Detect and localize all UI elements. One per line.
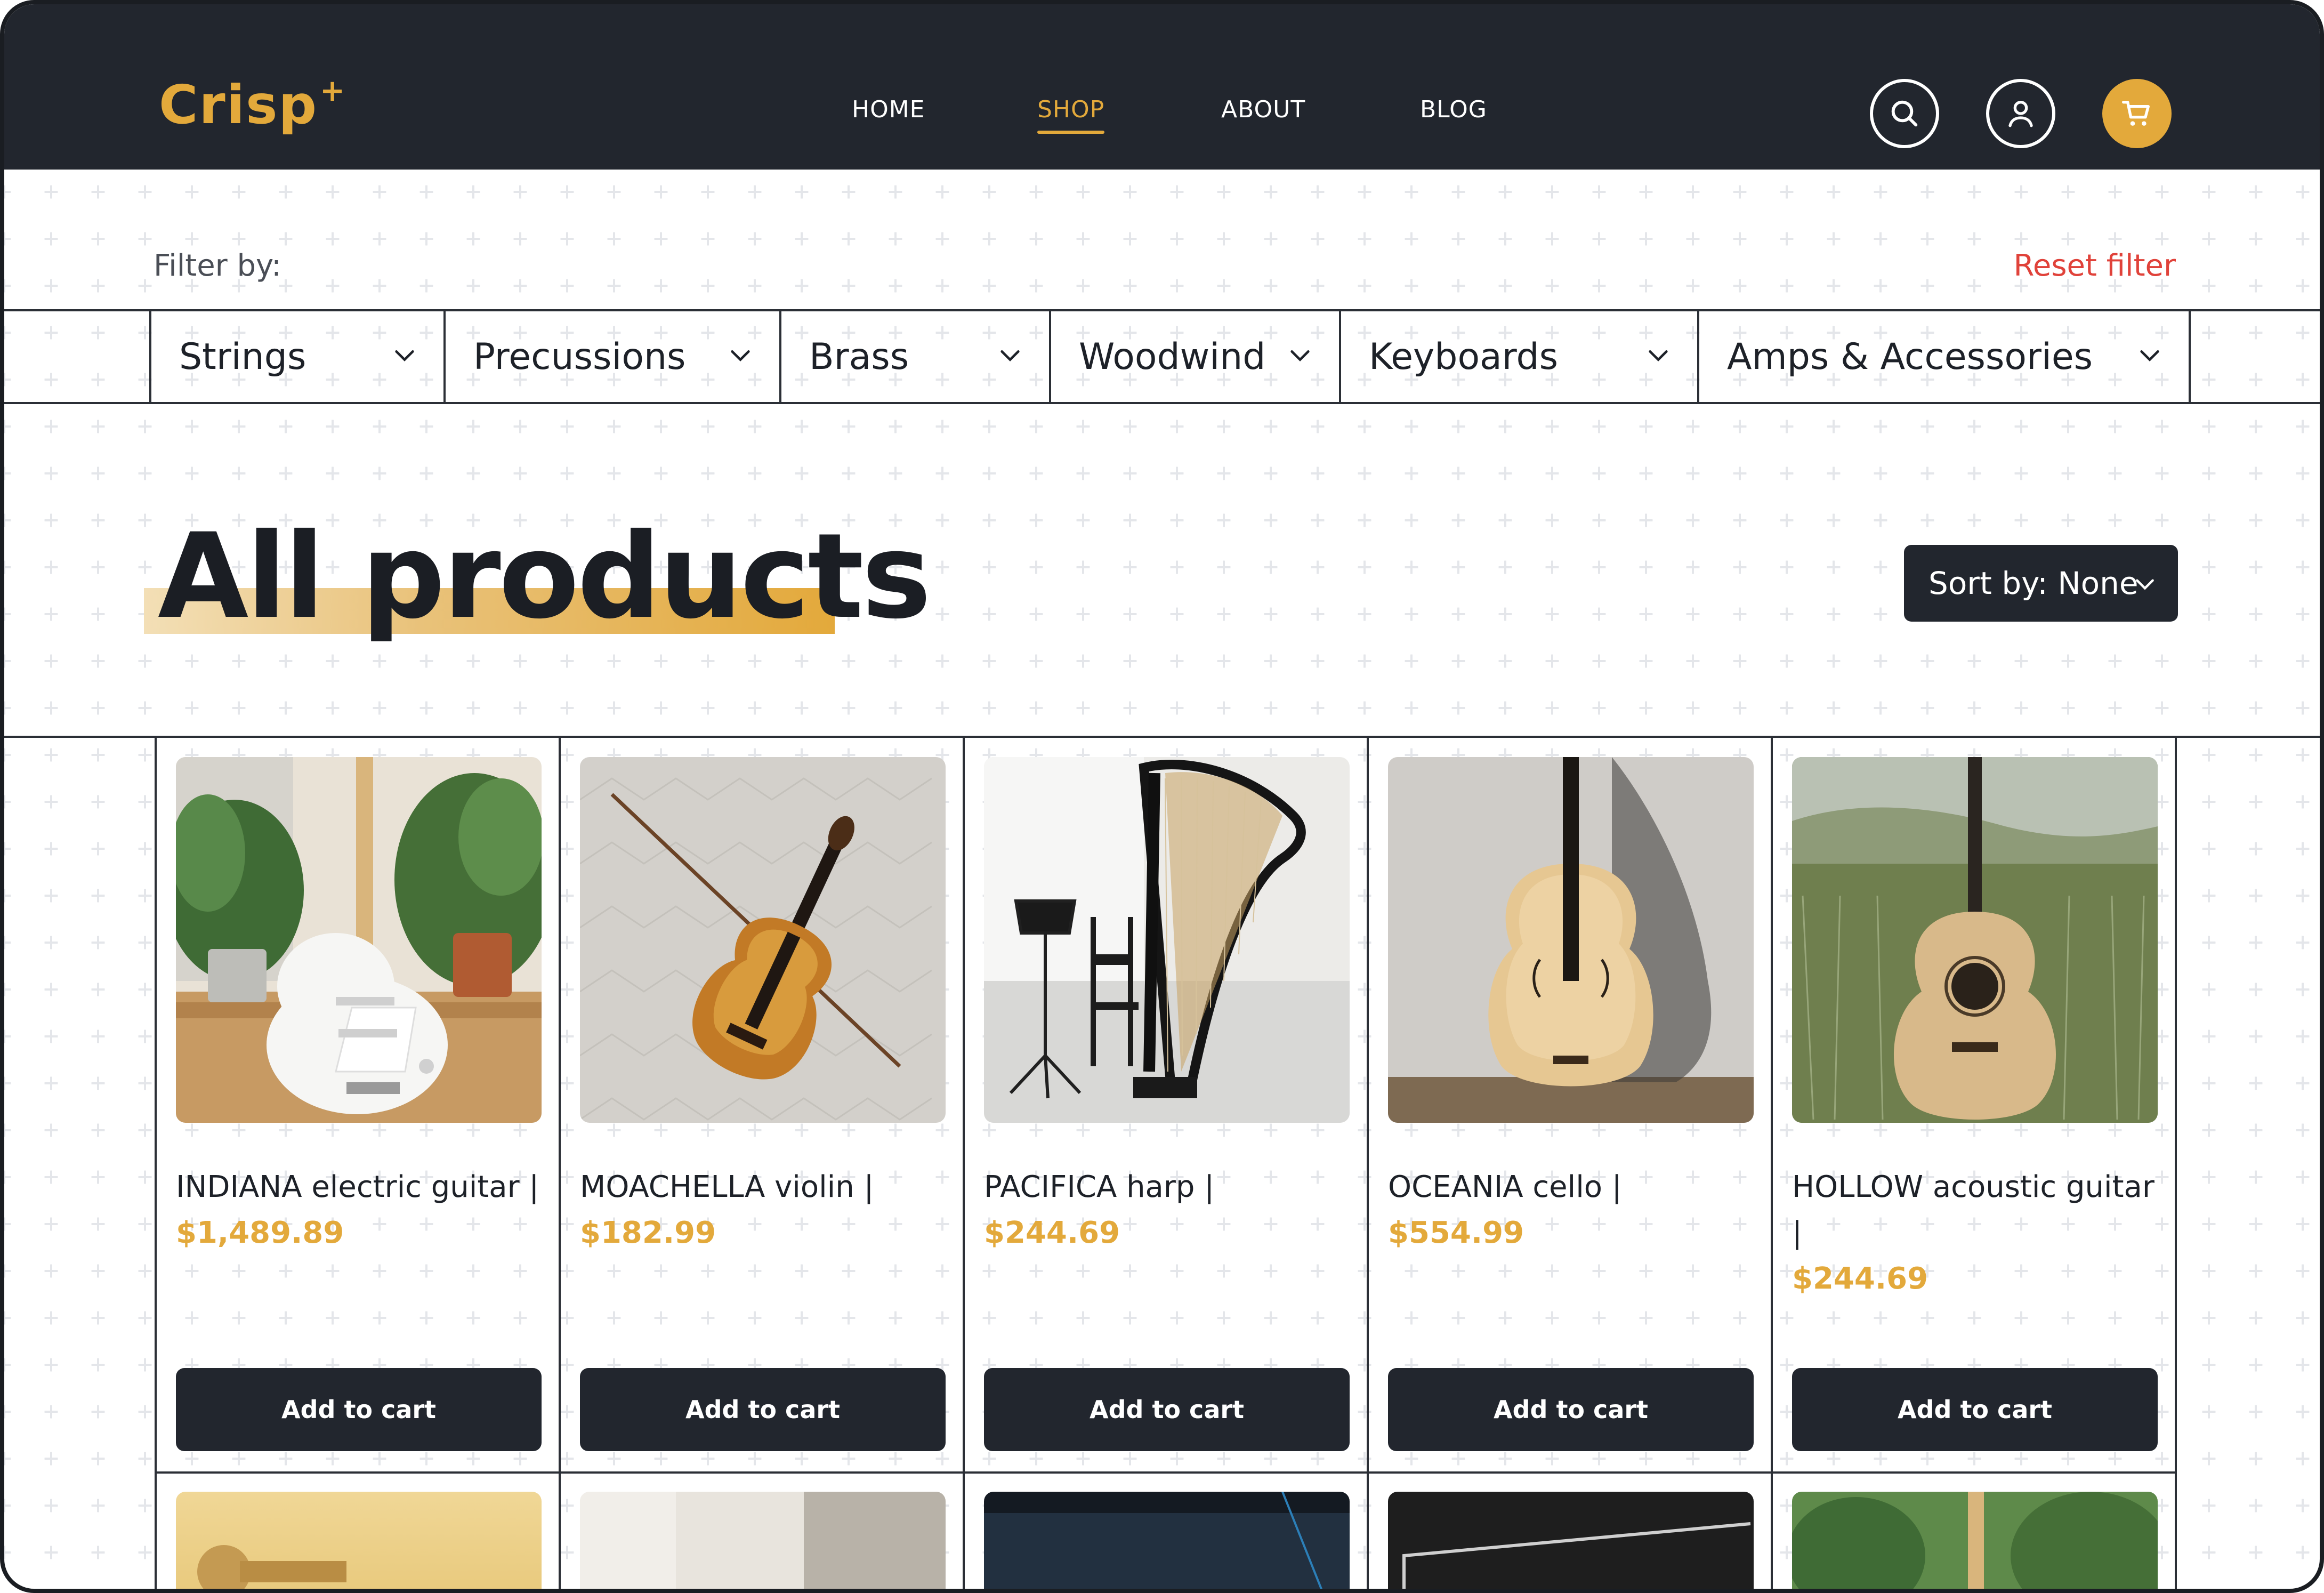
filter-amps-accessories[interactable]: Amps & Accessories: [1697, 311, 2191, 402]
cart-button[interactable]: [2102, 79, 2172, 148]
product-image-partial[interactable]: [1388, 1492, 1754, 1589]
product-image-acoustic-guitar[interactable]: [1792, 757, 2158, 1123]
grid-divider: [559, 736, 561, 1589]
product-price: $182.99: [580, 1216, 716, 1250]
product-image-partial[interactable]: [1792, 1492, 2158, 1589]
search-icon: [1891, 100, 1918, 127]
filter-brass-label: Brass: [809, 335, 909, 378]
product-price: $1,489.89: [176, 1216, 344, 1250]
filter-label: Filter by:: [154, 248, 281, 283]
product-name: MOACHELLA violin |: [580, 1170, 874, 1204]
product-title[interactable]: INDIANA electric guitar | $1,489.89: [176, 1164, 549, 1256]
grid-divider: [155, 1471, 2177, 1474]
page-title: All products: [158, 508, 931, 645]
product-name: INDIANA electric guitar |: [176, 1170, 539, 1204]
chevron-down-icon: [1290, 350, 1310, 361]
filter-keyboards-label: Keyboards: [1369, 335, 1559, 378]
grid-divider: [4, 736, 2320, 738]
product-image-violin[interactable]: [580, 757, 946, 1123]
nav-shop[interactable]: SHOP: [1037, 96, 1105, 134]
product-title[interactable]: OCEANIA cello | $554.99: [1388, 1164, 1761, 1256]
grid-divider: [2175, 736, 2177, 1589]
filter-precussions[interactable]: Precussions: [443, 311, 779, 402]
filter-precussions-label: Precussions: [473, 335, 686, 378]
sort-label: Sort by: None: [1928, 565, 2139, 601]
brand-mark: +: [320, 73, 346, 108]
product-price: $244.69: [1792, 1261, 1928, 1296]
product-image-cello[interactable]: [1388, 757, 1754, 1123]
chevron-down-icon: [1000, 350, 1020, 361]
product-name: OCEANIA cello |: [1388, 1170, 1622, 1204]
product-title[interactable]: MOACHELLA violin | $182.99: [580, 1164, 953, 1256]
nav-home[interactable]: HOME: [852, 96, 925, 123]
filter-strings[interactable]: Strings: [149, 311, 443, 402]
filter-amps-accessories-label: Amps & Accessories: [1727, 335, 2093, 378]
site-header: Crisp+ HOME SHOP ABOUT BLOG: [4, 4, 2320, 170]
product-image-harp[interactable]: [984, 757, 1350, 1123]
product-price: $244.69: [984, 1216, 1120, 1250]
filter-keyboards[interactable]: Keyboards: [1339, 311, 1697, 402]
product-image-partial[interactable]: [984, 1492, 1350, 1589]
product-image-partial[interactable]: [176, 1492, 542, 1589]
add-to-cart-button[interactable]: Add to cart: [984, 1368, 1350, 1451]
filter-strings-label: Strings: [179, 335, 306, 378]
grid-divider: [155, 736, 157, 1589]
filter-brass[interactable]: Brass: [779, 311, 1049, 402]
brand-logo[interactable]: Crisp+: [159, 74, 346, 136]
add-to-cart-button[interactable]: Add to cart: [176, 1368, 542, 1451]
grid-divider: [963, 736, 965, 1589]
filter-woodwind[interactable]: Woodwind: [1049, 311, 1339, 402]
add-to-cart-button[interactable]: Add to cart: [580, 1368, 946, 1451]
chevron-down-icon: [2140, 350, 2159, 361]
filter-bar: Strings Precussions Brass Woodwind Keybo…: [4, 309, 2320, 404]
chevron-down-icon: [395, 350, 414, 361]
browser-frame: Crisp+ HOME SHOP ABOUT BLOG Filter by: R…: [0, 0, 2324, 1593]
nav-about[interactable]: ABOUT: [1221, 96, 1305, 123]
account-button[interactable]: [1986, 79, 2055, 148]
product-title[interactable]: HOLLOW acoustic guitar | $244.69: [1792, 1164, 2165, 1302]
grid-divider: [1771, 736, 1773, 1589]
grid-divider: [1367, 736, 1369, 1589]
add-to-cart-button[interactable]: Add to cart: [1388, 1368, 1754, 1451]
product-image-partial[interactable]: [580, 1492, 946, 1589]
chevron-down-icon: [1649, 350, 1668, 361]
chevron-down-icon: [731, 350, 750, 361]
brand-name: Crisp: [159, 74, 318, 136]
user-icon: [2008, 101, 2033, 127]
add-to-cart-button[interactable]: Add to cart: [1792, 1368, 2158, 1451]
product-image-electric-guitar[interactable]: [176, 757, 542, 1123]
chevron-down-icon: [2136, 579, 2154, 590]
filter-woodwind-label: Woodwind: [1079, 335, 1266, 378]
cart-icon: [2122, 101, 2150, 126]
product-title[interactable]: PACIFICA harp | $244.69: [984, 1164, 1357, 1256]
product-name: PACIFICA harp |: [984, 1170, 1215, 1204]
search-button[interactable]: [1870, 79, 1939, 148]
sort-dropdown[interactable]: Sort by: None: [1904, 545, 2178, 622]
product-name: HOLLOW acoustic guitar |: [1792, 1170, 2154, 1250]
nav-blog[interactable]: BLOG: [1420, 96, 1487, 123]
reset-filter-link[interactable]: Reset filter: [2014, 248, 2176, 283]
product-price: $554.99: [1388, 1216, 1524, 1250]
